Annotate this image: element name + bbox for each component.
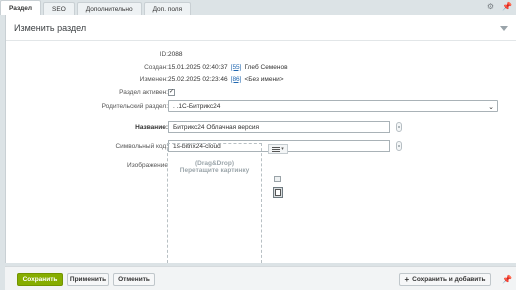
created-user-id-link[interactable]: [55]	[231, 64, 242, 71]
file-icon[interactable]	[273, 187, 283, 198]
created-user-name: Глеб Семенов	[244, 63, 288, 71]
form-footer: Сохранить Применить Отменить + Сохранить…	[5, 266, 516, 290]
id-value: 2088	[168, 51, 182, 58]
panel-title: Изменить раздел	[14, 22, 87, 33]
image-icon[interactable]	[274, 176, 281, 182]
save-button[interactable]: Сохранить	[17, 273, 63, 286]
image-menu-button[interactable]: ▾	[268, 144, 288, 154]
apply-button[interactable]: Применить	[67, 273, 109, 286]
image-label: Изображение	[127, 161, 168, 169]
code-label: Символьный код:	[115, 142, 168, 150]
tab-additional[interactable]: Дополнительно	[76, 2, 142, 15]
translit-icon[interactable]	[396, 122, 402, 132]
pin-icon[interactable]: 📌	[502, 2, 512, 12]
tab-section[interactable]: Раздел	[0, 0, 42, 15]
modified-user-id-link[interactable]: [86]	[231, 76, 242, 83]
tab-extra-fields[interactable]: Доп. поля	[143, 2, 192, 15]
modified-user-name: <Без имени>	[244, 75, 284, 83]
edit-section-panel: Изменить раздел ID: 2088 Создан: 15.01.2…	[5, 15, 516, 263]
parent-row: Родительский раздел: . .1С-Битрикс24 ⌄	[6, 100, 516, 112]
tab-bar: Раздел SEO Дополнительно Доп. поля ⚙ 📌	[0, 0, 516, 15]
modified-row: Изменен: 25.02.2025 02:23:46 [86] <Без и…	[6, 73, 516, 85]
id-text: 2088	[168, 50, 183, 58]
active-value: ✓	[168, 88, 175, 96]
created-label: Создан:	[144, 63, 168, 71]
name-input-value: Битрикс24 Облачная версия	[173, 123, 260, 131]
dropzone-hint: Перетащите картинку	[179, 167, 250, 174]
parent-label: Родительский раздел:	[101, 102, 168, 110]
chevron-down-icon: ⌄	[488, 104, 494, 111]
id-label: ID:	[159, 50, 168, 58]
tab-tools: ⚙ 📌	[487, 2, 512, 12]
active-label: Раздел активен:	[119, 88, 168, 96]
translit-icon[interactable]	[396, 141, 402, 151]
active-checkbox[interactable]: ✓	[168, 88, 175, 96]
active-row: Раздел активен: ✓	[6, 86, 516, 98]
save-and-add-button[interactable]: + Сохранить и добавить	[399, 273, 491, 286]
dropzone-title: (Drag&Drop)	[195, 160, 234, 167]
pin-icon[interactable]: 📌	[502, 275, 512, 284]
created-row: Создан: 15.01.2025 02:40:37 [55] Глеб Се…	[6, 61, 516, 73]
modified-date: 25.02.2025 02:23:46	[168, 75, 228, 83]
gear-icon[interactable]: ⚙	[487, 2, 494, 12]
name-input[interactable]: Битрикс24 Облачная версия	[168, 121, 390, 133]
cancel-button[interactable]: Отменить	[113, 273, 155, 286]
parent-select-value: . .1С-Битрикс24	[173, 102, 221, 110]
tab-seo[interactable]: SEO	[43, 2, 75, 15]
save-and-add-label: Сохранить и добавить	[412, 276, 486, 283]
modified-value: 25.02.2025 02:23:46 [86] <Без имени>	[168, 76, 284, 83]
parent-section-select[interactable]: . .1С-Битрикс24 ⌄	[168, 100, 498, 112]
collapse-icon[interactable]	[500, 26, 508, 31]
panel-header: Изменить раздел	[6, 15, 516, 41]
menu-icon	[272, 146, 281, 152]
plus-icon: +	[404, 275, 410, 284]
created-value: 15.01.2025 02:40:37 [55] Глеб Семенов	[168, 64, 288, 71]
created-date: 15.01.2025 02:40:37	[168, 63, 228, 71]
modified-label: Изменен:	[139, 75, 168, 83]
name-row: Название: Битрикс24 Облачная версия	[6, 121, 516, 133]
name-label: Название:	[135, 123, 168, 131]
id-row: ID: 2088	[6, 48, 516, 60]
image-dropzone[interactable]: (Drag&Drop) Перетащите картинку	[167, 143, 262, 263]
chevron-down-icon: ▾	[281, 146, 284, 152]
